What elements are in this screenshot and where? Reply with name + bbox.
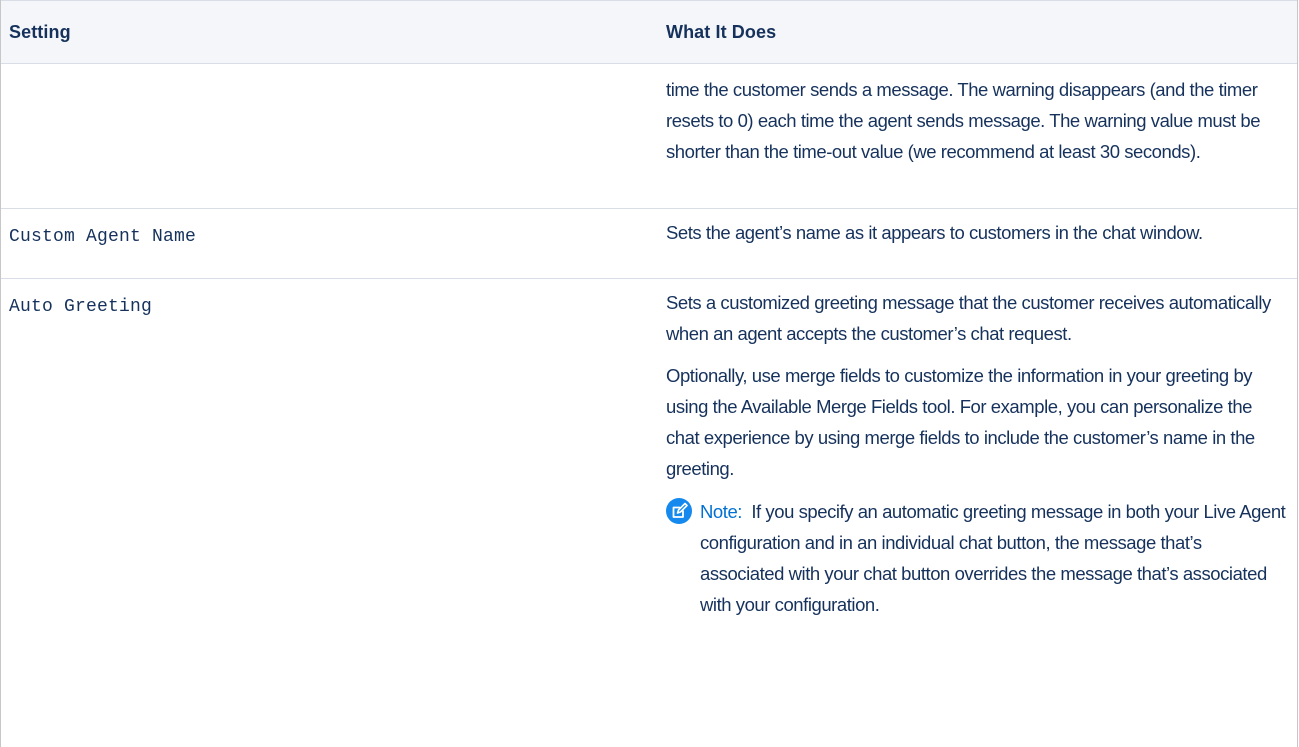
description-cell: time the customer sends a message. The w… bbox=[651, 64, 1297, 208]
column-header-setting: Setting bbox=[9, 21, 71, 42]
column-header-what-it-does: What It Does bbox=[666, 21, 777, 42]
description-paragraph: time the customer sends a message. The w… bbox=[666, 79, 1261, 162]
setting-cell-custom-agent-name: Custom Agent Name bbox=[9, 227, 197, 247]
table-row: time the customer sends a message. The w… bbox=[1, 64, 1297, 209]
note-text: If you specify an automatic greeting mes… bbox=[700, 501, 1286, 615]
table-row: Auto Greeting Sets a customized greeting… bbox=[1, 279, 1297, 747]
setting-cell-auto-greeting: Auto Greeting bbox=[9, 297, 153, 317]
note-label: Note: bbox=[700, 501, 742, 522]
settings-table: Setting What It Does time the customer s… bbox=[0, 0, 1298, 747]
setting-cell bbox=[1, 64, 651, 208]
table-header-row: Setting What It Does bbox=[1, 0, 1297, 64]
description-paragraph: Optionally, use merge fields to customiz… bbox=[666, 365, 1255, 479]
description-cell: Sets a customized greeting message that … bbox=[651, 279, 1297, 747]
note-callout: Note: If you specify an automatic greeti… bbox=[666, 496, 1289, 620]
note-edit-icon bbox=[666, 496, 700, 620]
description-cell: Sets the agent’s name as it appears to c… bbox=[651, 209, 1297, 278]
description-paragraph: Sets the agent’s name as it appears to c… bbox=[666, 222, 1203, 243]
table-row: Custom Agent Name Sets the agent’s name … bbox=[1, 209, 1297, 279]
description-paragraph: Sets a customized greeting message that … bbox=[666, 292, 1271, 344]
note-body: Note: If you specify an automatic greeti… bbox=[700, 496, 1289, 620]
note-paragraph: Note: If you specify an automatic greeti… bbox=[700, 496, 1289, 620]
